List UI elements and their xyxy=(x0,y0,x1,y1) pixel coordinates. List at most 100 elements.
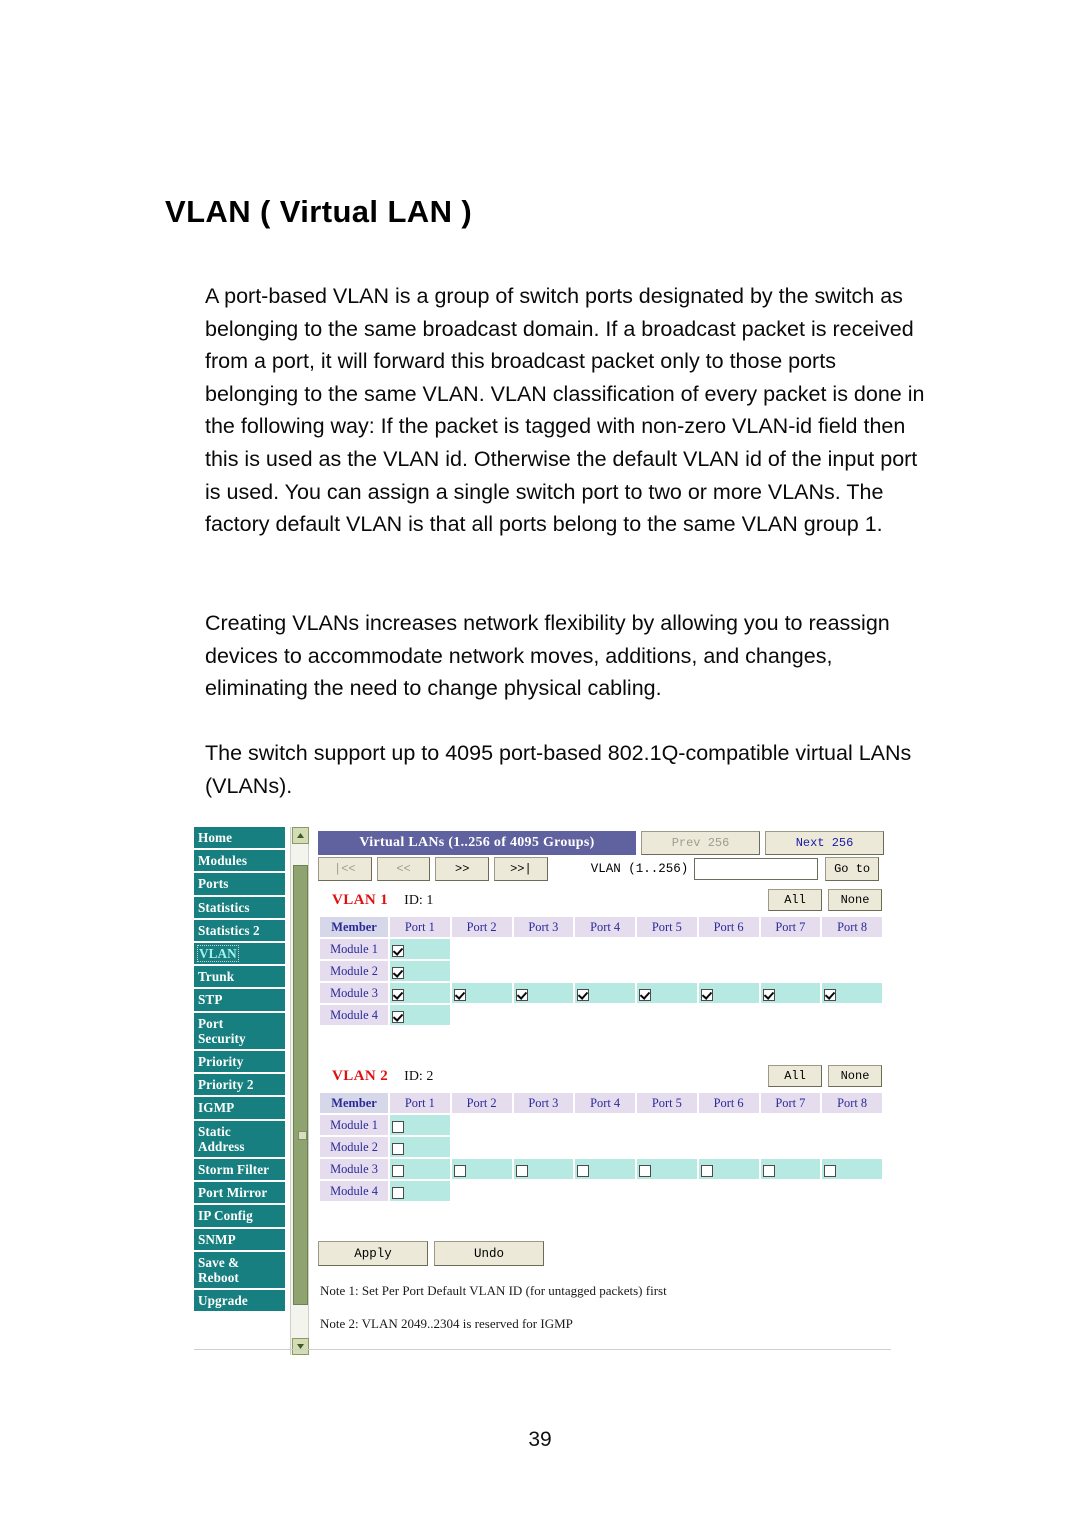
member-checkbox[interactable] xyxy=(515,988,528,1001)
member-checkbox[interactable] xyxy=(639,988,651,1001)
sidebar-item-statistics-2[interactable]: Statistics 2 xyxy=(194,919,285,944)
goto-button[interactable]: Go to xyxy=(825,857,879,881)
member-checkbox[interactable] xyxy=(453,1164,466,1177)
column-header-port-1: Port 1 xyxy=(390,917,450,937)
member-cell[interactable] xyxy=(637,1159,697,1179)
member-cell[interactable] xyxy=(390,1159,450,1179)
member-cell[interactable] xyxy=(451,1159,512,1179)
next-256-button[interactable]: Next 256 xyxy=(765,831,884,855)
sidebar-item-trunk[interactable]: Trunk xyxy=(194,966,285,990)
sidebar-item-label: Save & Reboot xyxy=(198,1254,240,1286)
member-cell[interactable] xyxy=(390,1181,450,1201)
member-cell[interactable] xyxy=(637,983,697,1003)
sidebar-item-port-mirror[interactable]: Port Mirror xyxy=(194,1182,285,1206)
member-checkbox[interactable] xyxy=(577,1164,590,1177)
scrollbar-grip-icon xyxy=(298,1131,307,1140)
undo-button[interactable]: Undo xyxy=(434,1241,544,1266)
member-cell[interactable] xyxy=(760,1159,821,1179)
pager-first-button[interactable]: |<< xyxy=(318,857,372,881)
sidebar-item-vlan[interactable]: VLAN xyxy=(194,943,285,967)
screenshot-bottom-divider xyxy=(194,1349,891,1350)
member-checkbox[interactable] xyxy=(700,1164,713,1177)
vlan-header: VLAN 2 ID: 2 All None xyxy=(318,1063,884,1090)
member-checkbox[interactable] xyxy=(392,1186,404,1199)
select-none-button[interactable]: None xyxy=(828,1065,882,1087)
sidebar-item-ports[interactable]: Ports xyxy=(194,873,285,897)
member-checkbox[interactable] xyxy=(392,1164,404,1177)
column-header-port-6: Port 6 xyxy=(698,1093,759,1113)
sidebar-item-port-security[interactable]: Port Security xyxy=(194,1012,285,1052)
member-cell[interactable] xyxy=(698,983,759,1003)
member-checkbox[interactable] xyxy=(762,988,775,1001)
member-cell[interactable] xyxy=(575,983,635,1003)
member-checkbox[interactable] xyxy=(577,988,590,1001)
table-row: Module 4 xyxy=(320,1181,882,1201)
member-cell[interactable] xyxy=(575,1159,635,1179)
vlan-member-table: Member Port 1 Port 2 Port 3 Port 4 Port 5 Port… xyxy=(318,915,884,1027)
member-checkbox[interactable] xyxy=(639,1164,651,1177)
member-checkbox[interactable] xyxy=(392,1010,404,1023)
apply-button[interactable]: Apply xyxy=(318,1241,428,1266)
member-checkbox[interactable] xyxy=(824,988,837,1001)
member-checkbox[interactable] xyxy=(824,1164,837,1177)
member-cell[interactable] xyxy=(390,961,450,981)
member-cell[interactable] xyxy=(513,983,574,1003)
sidebar-item-stp[interactable]: STP xyxy=(194,989,285,1013)
member-cell[interactable] xyxy=(760,983,821,1003)
sidebar-item-priority-2[interactable]: Priority 2 xyxy=(194,1074,285,1098)
member-checkbox[interactable] xyxy=(392,1142,404,1155)
member-cell[interactable] xyxy=(513,1159,574,1179)
member-cell[interactable] xyxy=(390,1115,450,1135)
member-checkbox[interactable] xyxy=(392,1120,404,1133)
member-checkbox[interactable] xyxy=(392,966,404,979)
scroll-down-icon[interactable] xyxy=(292,1338,309,1355)
prev-256-button[interactable]: Prev 256 xyxy=(641,831,760,855)
sidebar-item-upgrade[interactable]: Upgrade xyxy=(194,1290,285,1314)
vertical-scrollbar[interactable] xyxy=(290,827,309,1355)
panel-header-row: Virtual LANs (1..256 of 4095 Groups) Pre… xyxy=(318,831,884,855)
member-checkbox[interactable] xyxy=(453,988,466,1001)
member-checkbox[interactable] xyxy=(392,944,404,957)
table-row: Module 3 xyxy=(320,983,882,1003)
member-cell[interactable] xyxy=(451,983,512,1003)
scroll-up-icon[interactable] xyxy=(292,827,309,844)
sidebar-item-ip-config[interactable]: IP Config xyxy=(194,1205,285,1229)
member-checkbox[interactable] xyxy=(700,988,713,1001)
select-all-button[interactable]: All xyxy=(768,1065,822,1087)
member-cell[interactable] xyxy=(390,1005,450,1025)
body-paragraph-3: The switch support up to 4095 port-based… xyxy=(205,741,912,798)
member-cell[interactable] xyxy=(698,1159,759,1179)
member-checkbox[interactable] xyxy=(762,1164,775,1177)
member-cell[interactable] xyxy=(390,939,450,959)
sidebar-item-save-reboot[interactable]: Save & Reboot xyxy=(194,1251,285,1291)
member-cell xyxy=(575,1181,635,1201)
body-paragraph-1: A port-based VLAN is a group of switch p… xyxy=(205,284,925,537)
pager-prev-button[interactable]: << xyxy=(376,857,431,881)
member-checkbox[interactable] xyxy=(392,988,404,1001)
select-none-button[interactable]: None xyxy=(828,889,882,911)
member-checkbox[interactable] xyxy=(515,1164,528,1177)
member-cell[interactable] xyxy=(390,983,450,1003)
member-cell xyxy=(575,1137,635,1157)
pager-last-button[interactable]: >>| xyxy=(494,857,548,881)
sidebar-item-label: IP Config xyxy=(198,1208,253,1224)
sidebar-item-snmp[interactable]: SNMP xyxy=(194,1228,285,1252)
sidebar-item-static-address[interactable]: Static Address xyxy=(194,1120,285,1160)
member-cell[interactable] xyxy=(822,983,882,1003)
member-cell[interactable] xyxy=(390,1137,450,1157)
sidebar-item-label: Home xyxy=(198,830,233,845)
module-label: Module 3 xyxy=(320,1159,388,1179)
sidebar-item-statistics[interactable]: Statistics xyxy=(194,896,285,920)
vlan-goto-input[interactable] xyxy=(694,858,819,880)
sidebar-item-modules[interactable]: Modules xyxy=(194,850,285,874)
sidebar-item-home[interactable]: Home xyxy=(194,827,285,851)
select-all-button[interactable]: All xyxy=(768,889,822,911)
member-cell xyxy=(513,1005,574,1025)
sidebar-item-storm-filter[interactable]: Storm Filter xyxy=(194,1159,285,1183)
note-1: Note 1: Set Per Port Default VLAN ID (fo… xyxy=(320,1283,667,1298)
scrollbar-thumb[interactable] xyxy=(293,865,308,1305)
member-cell[interactable] xyxy=(822,1159,882,1179)
pager-next-button[interactable]: >> xyxy=(435,857,490,881)
sidebar-item-priority[interactable]: Priority xyxy=(194,1051,285,1075)
sidebar-item-igmp[interactable]: IGMP xyxy=(194,1097,285,1121)
